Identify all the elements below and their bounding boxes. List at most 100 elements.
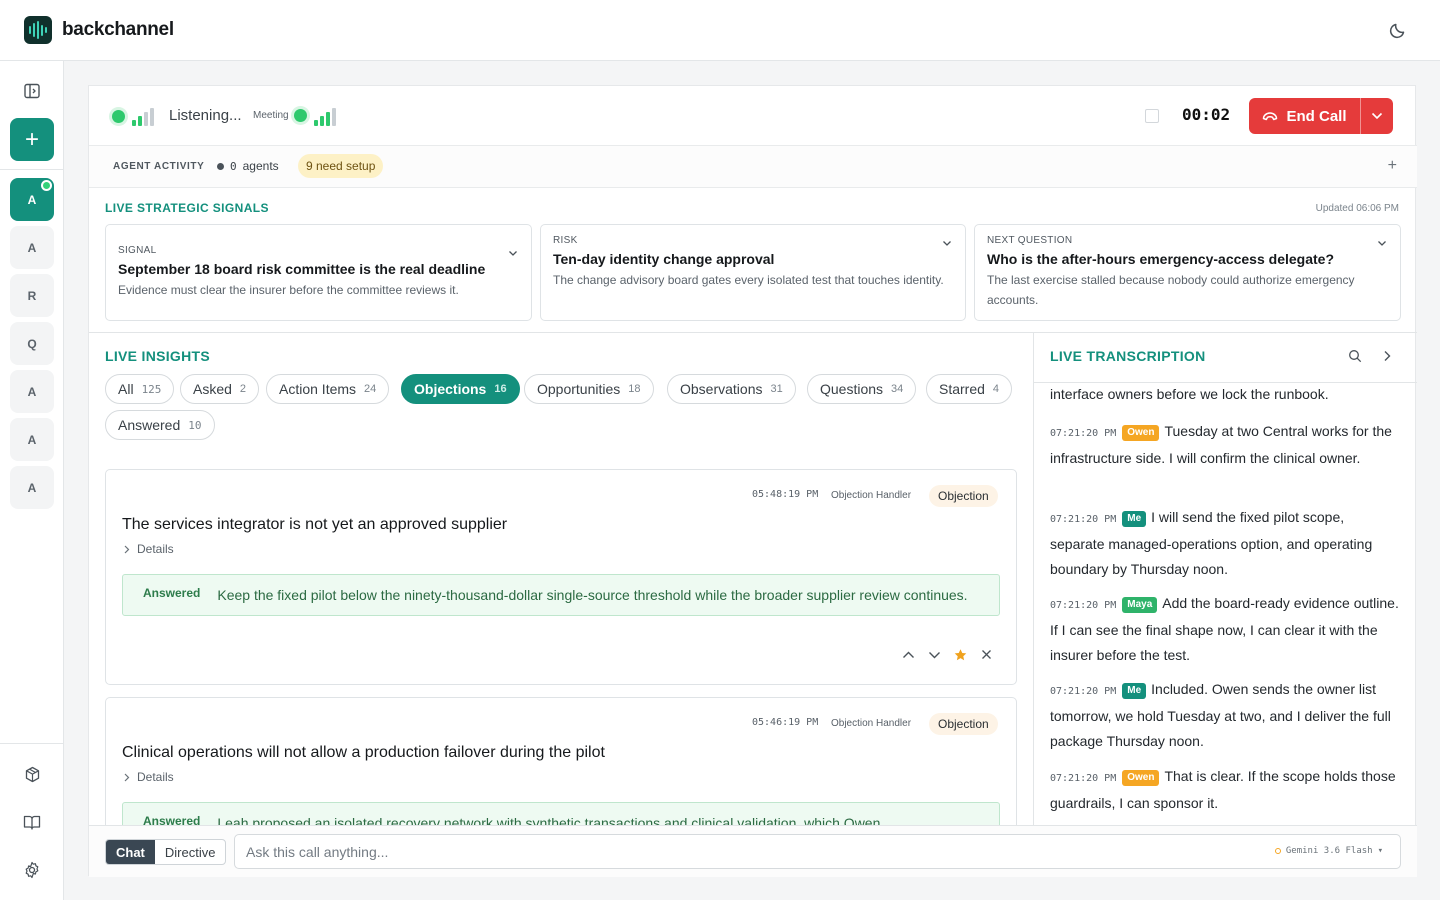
filter-chip-all[interactable]: All 125 (105, 374, 175, 404)
conversation-item[interactable]: A (10, 370, 54, 413)
insight-card[interactable]: 05:48:19 PM Objection Handler Objection … (105, 469, 1017, 685)
conversation-initial: Q (27, 336, 37, 351)
insights-list[interactable]: 05:48:19 PM Objection Handler Objection … (89, 455, 1033, 825)
details-label: Details (137, 770, 174, 784)
filter-label: Objections (414, 381, 487, 397)
book-icon[interactable] (12, 802, 52, 842)
hangup-phone-icon (1263, 112, 1278, 121)
end-call-label: End Call (1286, 107, 1347, 125)
sidebar-divider (0, 169, 63, 170)
chevron-right-icon (124, 545, 130, 553)
speaker-badge: Me (1122, 683, 1147, 699)
filter-chip-objections[interactable]: Objections 16 (401, 374, 520, 404)
transcript-time: 07:21:20 PM (1050, 514, 1117, 525)
vote-down-chevron-icon[interactable] (928, 648, 941, 661)
moon-icon[interactable] (1388, 20, 1408, 40)
conversation-item[interactable]: Q (10, 322, 54, 365)
insight-handler: Objection Handler (831, 490, 912, 501)
meeting-level-icon (314, 106, 336, 126)
filter-count: 125 (141, 382, 162, 396)
filter-count: 18 (628, 383, 641, 395)
need-setup-badge[interactable]: 9 need setup (298, 154, 384, 178)
package-icon[interactable] (12, 754, 52, 794)
speaker-badge: Owen (1122, 770, 1160, 786)
signal-description: The change advisory board gates every is… (553, 273, 944, 287)
signal-title: September 18 board risk committee is the… (118, 261, 486, 277)
chat-mode-button[interactable]: Chat (106, 840, 155, 864)
signal-kicker: SIGNAL (118, 245, 157, 256)
conversation-initial: A (27, 432, 37, 447)
listening-status-dot (112, 110, 125, 123)
dismiss-close-icon[interactable] (980, 648, 993, 661)
transcript-list[interactable]: interface owners before we lock the runb… (1034, 383, 1417, 825)
signal-kicker: RISK (553, 235, 578, 246)
filter-label: All (118, 381, 134, 397)
details-toggle[interactable]: Details (124, 770, 174, 784)
chevron-down-icon[interactable] (507, 247, 519, 259)
directive-mode-button[interactable]: Directive (155, 840, 226, 864)
conversation-initial: A (27, 240, 37, 255)
insight-card[interactable]: 05:46:19 PM Objection Handler Objection … (105, 697, 1017, 825)
search-icon[interactable] (1348, 349, 1362, 363)
filter-chip-answered[interactable]: Answered 10 (105, 410, 215, 440)
call-timer: 00:02 (1182, 105, 1231, 124)
answer-text: Keep the fixed pilot below the ninety-th… (217, 587, 968, 603)
composer-bar: Chat Directive Gemini 3.6 Flash ▾ (89, 825, 1417, 877)
filter-chip-action-items[interactable]: Action Items 24 (266, 374, 390, 404)
signals-updated: Updated 06:06 PM (1315, 203, 1399, 214)
chevron-down-icon[interactable] (941, 237, 953, 249)
model-selector[interactable]: Gemini 3.6 Flash ▾ (1274, 846, 1383, 856)
ask-call-input[interactable] (235, 835, 1135, 868)
details-toggle[interactable]: Details (124, 542, 174, 556)
call-status-bar: Listening... Meeting 00:02 End Call (89, 86, 1417, 146)
signal-card[interactable]: SIGNAL September 18 board risk committee… (105, 224, 532, 321)
conversation-item[interactable]: A (10, 418, 54, 461)
filter-chip-starred[interactable]: Starred 4 (926, 374, 1013, 404)
conversation-initial: A (27, 192, 37, 207)
new-call-button[interactable]: + (10, 118, 54, 161)
star-icon[interactable] (954, 648, 967, 661)
listening-status: Listening... (169, 107, 242, 124)
screen-share-icon[interactable] (1145, 109, 1159, 123)
transcript-time: 07:21:20 PM (1050, 428, 1117, 439)
conversation-item[interactable]: A (10, 226, 54, 269)
filter-count: 10 (188, 418, 202, 432)
add-agent-plus-icon[interactable]: + (1388, 157, 1397, 175)
answer-label: Answered (143, 814, 201, 825)
insight-time: 05:46:19 PM (752, 717, 819, 728)
chevron-right-icon[interactable] (1381, 349, 1393, 363)
chevron-down-icon (1371, 112, 1383, 120)
conversation-item[interactable]: A (10, 466, 54, 509)
filter-label: Asked (193, 381, 232, 397)
end-call-options-button[interactable] (1360, 98, 1393, 134)
agent-count-suffix: agents (242, 159, 279, 173)
signal-card[interactable]: RISK Ten-day identity change approval Th… (540, 224, 966, 321)
chevron-down-icon[interactable] (1376, 237, 1388, 249)
filter-chip-asked[interactable]: Asked 2 (180, 374, 260, 404)
filter-count: 31 (770, 383, 783, 395)
settings-gear-icon[interactable] (12, 850, 52, 890)
agent-status-dot (217, 162, 224, 170)
filter-label: Starred (939, 381, 985, 397)
conversation-initial: A (27, 480, 37, 495)
filter-chip-questions[interactable]: Questions 34 (807, 374, 917, 404)
transcript-line: 07:21:20 PM Me I will send the fixed pilot… (1050, 505, 1402, 582)
conversation-item[interactable]: A (10, 178, 54, 221)
conversation-item[interactable]: R (10, 274, 54, 317)
vote-up-chevron-icon[interactable] (902, 648, 915, 661)
end-call-button[interactable]: End Call (1249, 98, 1393, 134)
toggle-sidebar-icon[interactable] (12, 71, 52, 111)
filter-chip-observations[interactable]: Observations 31 (667, 374, 796, 404)
meeting-status-dot (294, 109, 307, 122)
signal-card[interactable]: NEXT QUESTION Who is the after-hours eme… (974, 224, 1401, 321)
insight-actions (902, 648, 993, 661)
speaker-badge: Maya (1122, 597, 1158, 613)
filter-label: Answered (118, 417, 181, 433)
insight-title: The services integrator is not yet an ap… (122, 516, 508, 533)
section-divider (89, 332, 1417, 333)
filter-chip-opportunities[interactable]: Opportunities 18 (524, 374, 654, 404)
sidebar-divider (0, 743, 63, 744)
agent-activity-bar: AGENT ACTIVITY 0 agents 9 need setup + (89, 146, 1417, 188)
app-name: backchannel (62, 19, 174, 40)
caret-down-icon: ▾ (1377, 846, 1383, 856)
